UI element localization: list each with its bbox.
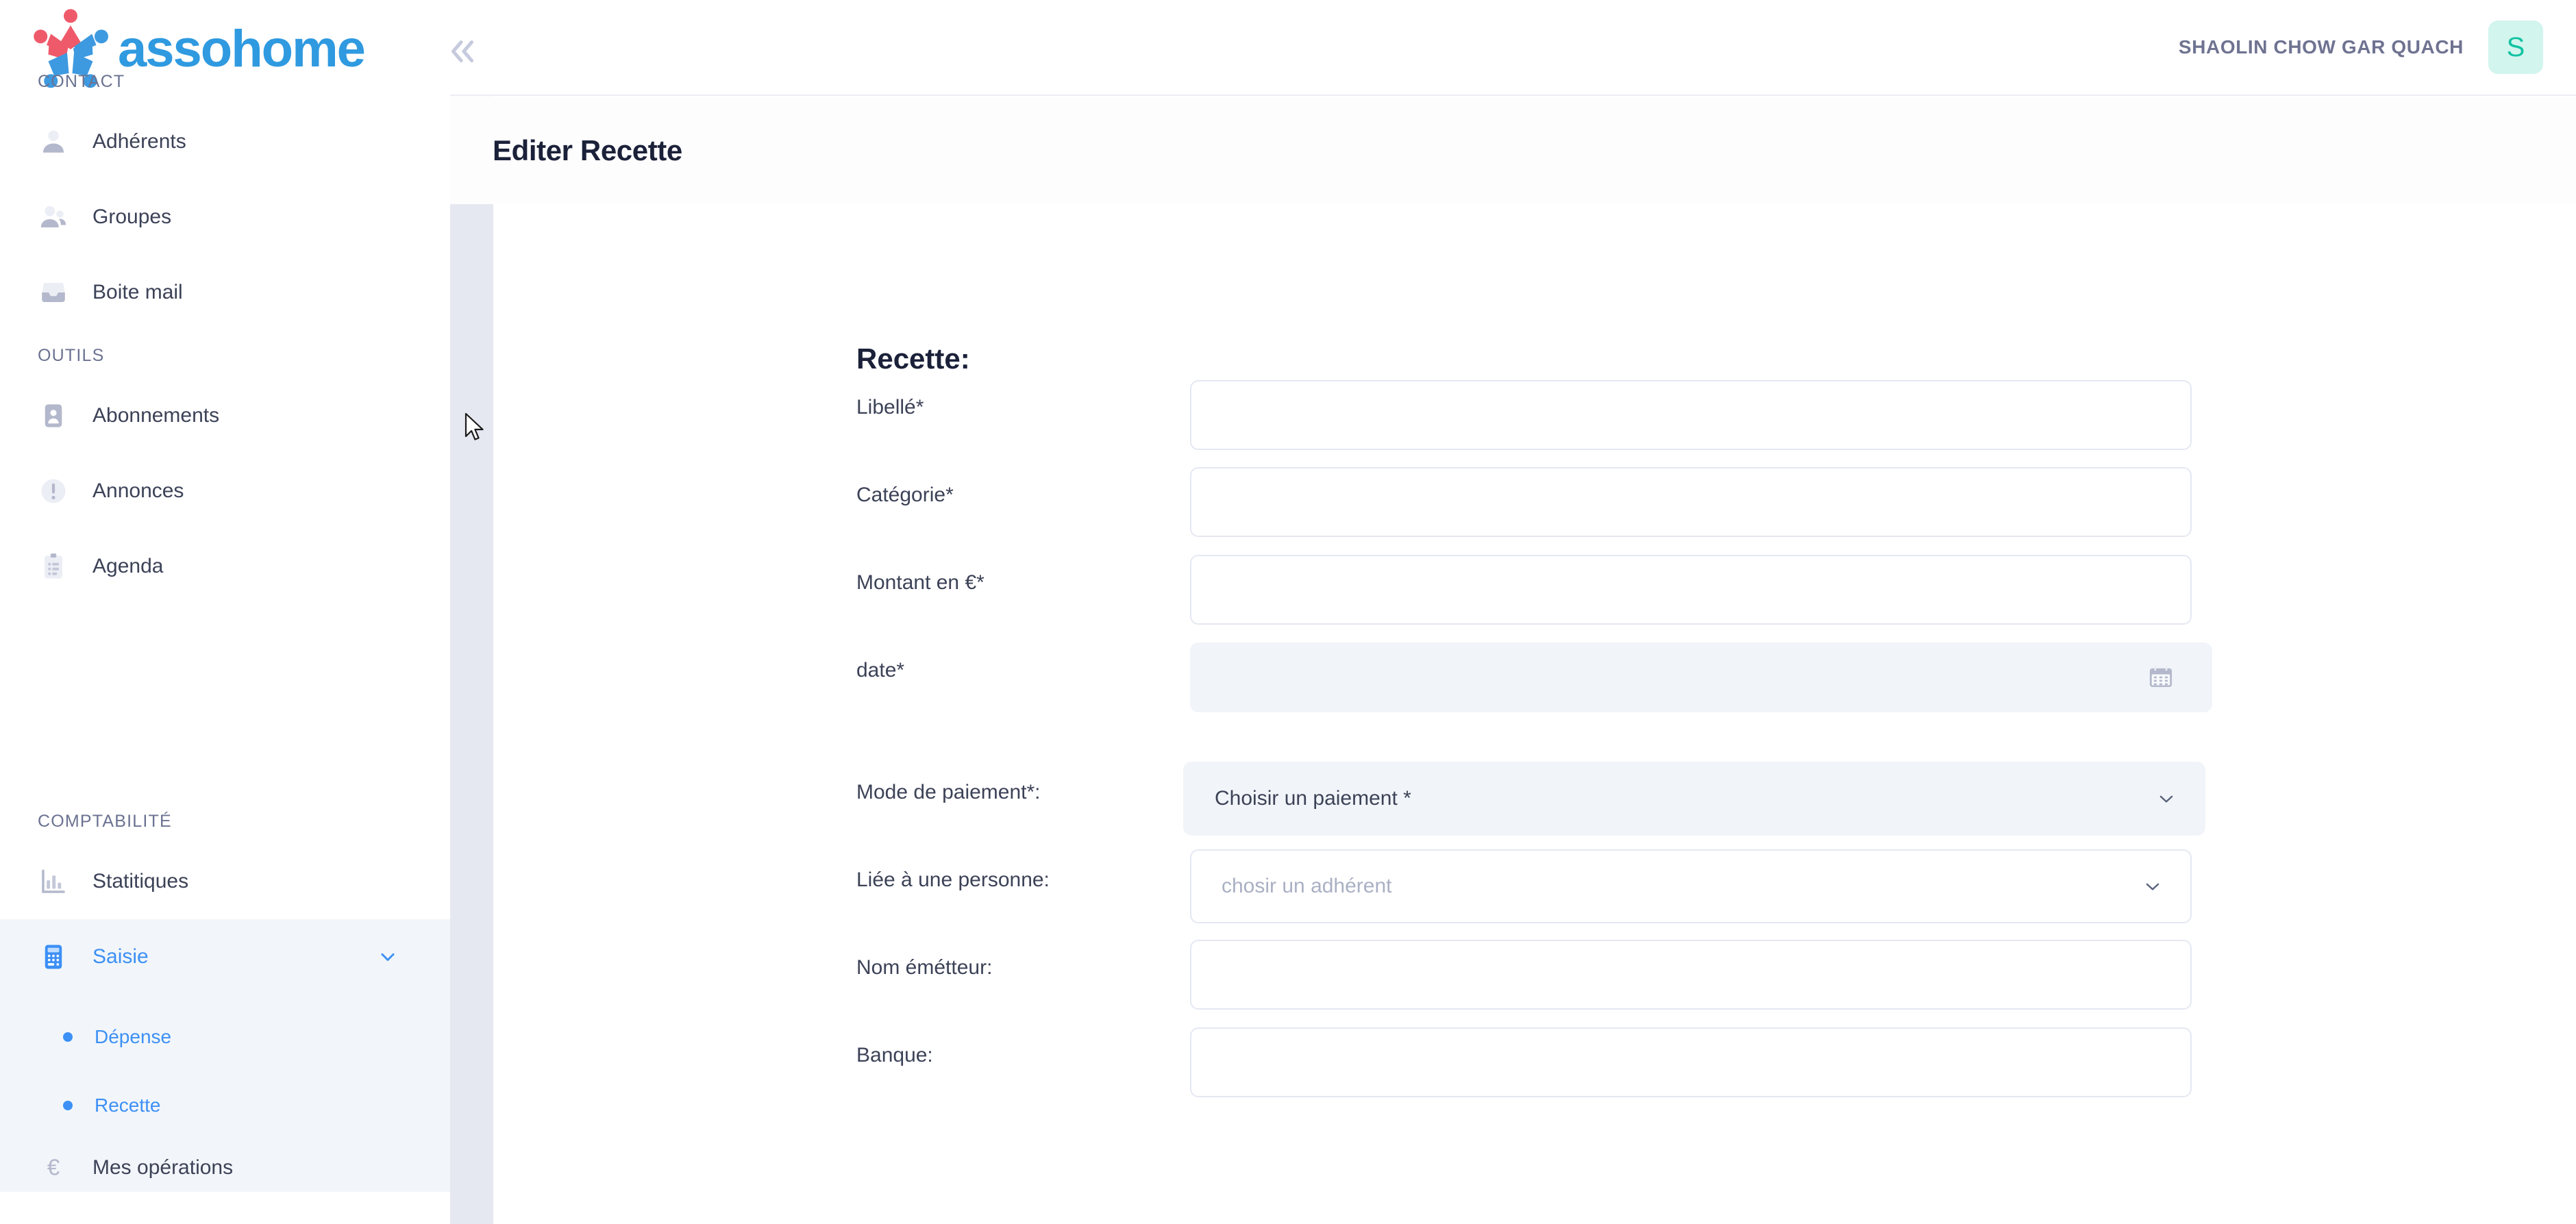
inbox-icon	[38, 277, 69, 308]
adherent-placeholder: chosir un adhérent	[1222, 875, 1392, 897]
sidebar-item-statitiques[interactable]: Statitiques	[0, 844, 450, 919]
calculator-icon	[38, 941, 69, 973]
content-scroll-area[interactable]: Recette Saisissez une recette Recette: L…	[493, 110, 2576, 1224]
sidebar-item-label: Groupes	[92, 205, 172, 228]
mode-paiement-select[interactable]: Choisir un paiement *	[1183, 762, 2205, 836]
chevron-down-icon[interactable]	[377, 947, 398, 967]
sidebar-item-label: Abonnements	[92, 404, 220, 427]
page-title-bar: Editer Recette	[450, 97, 2576, 204]
mouse-cursor	[465, 412, 485, 446]
chevron-down-icon	[2156, 788, 2177, 809]
sidebar-item-label: Adhérents	[92, 130, 186, 153]
montant-input[interactable]	[1190, 555, 2192, 625]
field-label: date*	[856, 659, 905, 682]
people-icon	[38, 201, 69, 233]
topbar: SHAOLIN CHOW GAR QUACH S	[450, 0, 2576, 96]
nav-section-outils-title: OUTILS	[38, 346, 105, 365]
sidebar-item-label: Statitiques	[92, 870, 189, 892]
mode-paiement-value: Choisir un paiement *	[1215, 787, 1411, 810]
avatar[interactable]: S	[2488, 21, 2543, 74]
bar-chart-icon	[38, 866, 69, 897]
sidebar-item-agenda[interactable]: Agenda	[0, 529, 450, 604]
sidebar-item-label: Saisie	[92, 945, 149, 968]
person-icon	[38, 126, 69, 158]
bullet-icon	[63, 1032, 73, 1042]
bullet-icon	[63, 1101, 73, 1110]
libelle-input[interactable]	[1190, 380, 2192, 450]
sidebar-item-label: Agenda	[92, 555, 164, 577]
categorie-input[interactable]	[1190, 467, 2192, 537]
calendar-icon[interactable]	[2146, 663, 2175, 692]
chevron-down-icon	[2142, 876, 2163, 897]
id-card-icon	[38, 400, 69, 432]
sidebar-item-annonces[interactable]: Annonces	[0, 453, 450, 529]
form-section-title: Recette:	[856, 342, 970, 375]
field-label: Catégorie*	[856, 484, 954, 506]
page-title: Editer Recette	[493, 134, 682, 166]
sidebar-subitem-recette[interactable]: Recette	[0, 1075, 450, 1136]
sidebar: assohome CONTACT Adhérents Groupes Boite…	[0, 0, 450, 1224]
nav-section-comptabilite-title: COMPTABILITÉ	[38, 812, 172, 831]
organization-name: SHAOLIN CHOW GAR QUACH	[2178, 36, 2464, 58]
banque-input[interactable]	[1190, 1027, 2192, 1097]
adherent-select[interactable]: chosir un adhérent	[1190, 849, 2192, 923]
date-input[interactable]	[1190, 642, 2212, 712]
clipboard-list-icon	[38, 551, 69, 582]
svg-text:€: €	[47, 1156, 60, 1181]
field-label: Montant en €*	[856, 571, 984, 594]
sidebar-item-groupes[interactable]: Groupes	[0, 179, 450, 255]
recette-card: Recette Saisissez une recette Recette: L…	[493, 110, 2576, 1224]
field-label: Nom émétteur:	[856, 956, 993, 979]
field-label: Liée à une personne:	[856, 869, 1050, 891]
chevron-double-left-icon	[451, 40, 474, 63]
sidebar-subitem-label: Dépense	[95, 1026, 172, 1047]
sidebar-item-adherents[interactable]: Adhérents	[0, 104, 450, 179]
sidebar-item-label: Annonces	[92, 479, 184, 502]
sidebar-collapse-button[interactable]	[438, 30, 488, 73]
field-label: Libellé*	[856, 396, 924, 419]
sidebar-subitem-label: Recette	[95, 1095, 161, 1116]
sidebar-subitem-depense[interactable]: Dépense	[0, 1007, 450, 1067]
sidebar-item-mes-operations[interactable]: € Mes opérations	[0, 1130, 450, 1206]
nav-section-contact-title: CONTACT	[38, 72, 125, 91]
euro-icon: €	[38, 1152, 69, 1184]
sidebar-item-label: Mes opérations	[92, 1156, 234, 1179]
sidebar-item-abonnements[interactable]: Abonnements	[0, 378, 450, 453]
alert-circle-icon	[38, 475, 69, 507]
avatar-initial: S	[2506, 32, 2525, 62]
field-label: Banque:	[856, 1044, 933, 1066]
sidebar-item-label: Boite mail	[92, 281, 183, 303]
field-label: Mode de paiement*:	[856, 781, 1041, 803]
sidebar-item-boite-mail[interactable]: Boite mail	[0, 255, 450, 330]
brand-logo-text: assohome	[118, 20, 366, 78]
sidebar-item-saisie[interactable]: Saisie	[0, 919, 450, 995]
nom-emetteur-input[interactable]	[1190, 940, 2192, 1010]
